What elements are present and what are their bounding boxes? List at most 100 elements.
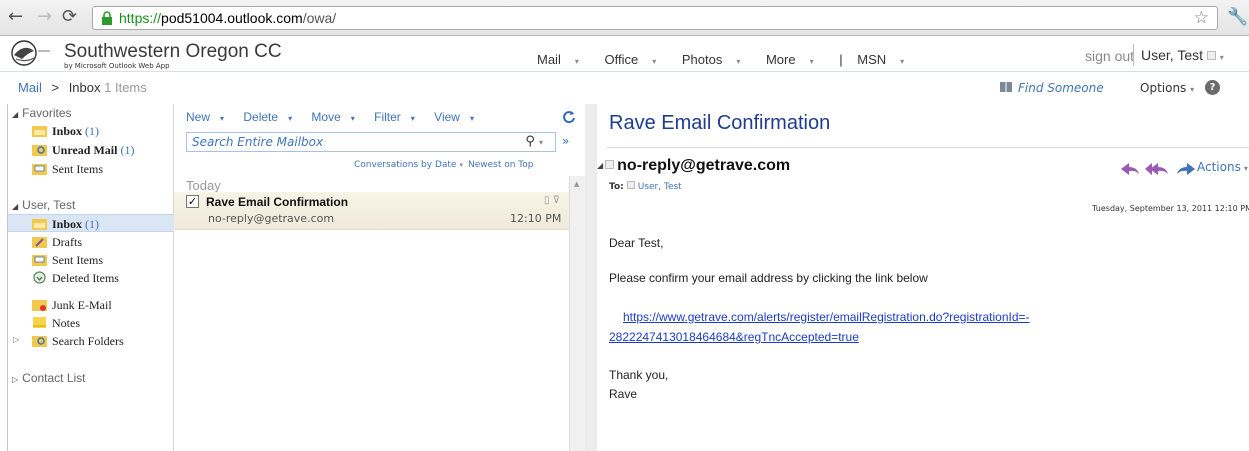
- reply-icon[interactable]: [1121, 163, 1139, 175]
- message-subject: Rave Email Confirmation: [206, 195, 349, 209]
- message-time: 12:10 PM: [510, 212, 562, 225]
- move-button[interactable]: Move ▾: [311, 110, 362, 124]
- email-to: To: User, Test: [609, 181, 682, 192]
- drafts-folder-icon: [32, 237, 47, 248]
- junk-folder-icon: [32, 300, 47, 311]
- folder-notes[interactable]: Notes: [8, 314, 174, 332]
- list-scrollbar[interactable]: ▲: [569, 176, 585, 451]
- help-icon[interactable]: ?: [1205, 80, 1220, 95]
- filter-button[interactable]: Filter ▾: [374, 110, 423, 124]
- college-logo-icon: [11, 40, 50, 66]
- message-list-pane: New ▾ Delete ▾ Move ▾ Filter ▾ View ▾ Search …: [174, 104, 585, 451]
- folder-sent-items[interactable]: Sent Items: [8, 251, 174, 269]
- message-sender: no-reply@getrave.com: [208, 212, 335, 225]
- folder-junk-email[interactable]: Junk E-Mail: [8, 296, 174, 314]
- flag-icon[interactable]: ▯ ⊽: [544, 195, 560, 206]
- address-bar[interactable]: https://pod51004.outlook.com/owa/ ☆: [92, 6, 1218, 30]
- favorite-sent-items[interactable]: Sent Items: [8, 160, 174, 178]
- breadcrumb-inbox: Inbox: [68, 80, 101, 95]
- confirmation-link-part-1[interactable]: https://www.getrave.com/alerts/register/…: [623, 310, 1030, 324]
- search-folder-icon: [32, 145, 47, 156]
- search-folder-icon: [32, 336, 47, 347]
- expand-icon[interactable]: ▷: [13, 335, 19, 344]
- email-signature: Rave: [609, 387, 638, 401]
- search-input[interactable]: Search Entire Mailbox ⚲ ▾: [186, 132, 556, 152]
- forward-icon[interactable]: →: [37, 8, 52, 26]
- list-toolbar: New ▾ Delete ▾ Move ▾ Filter ▾ View ▾: [186, 110, 490, 124]
- sent-folder-icon: [32, 255, 47, 266]
- brand-title: Southwestern Oregon CC: [64, 41, 282, 62]
- back-icon[interactable]: ←: [8, 8, 23, 26]
- view-button[interactable]: View ▾: [434, 110, 482, 124]
- recipient-link[interactable]: User, Test: [638, 182, 682, 192]
- user-menu[interactable]: User, Test ▾: [1141, 47, 1224, 63]
- email-from[interactable]: ◢ no-reply@getrave.com: [597, 157, 790, 175]
- inbox-folder-icon: [32, 126, 47, 137]
- reply-all-icon[interactable]: [1145, 163, 1168, 175]
- breadcrumb: Mail > Inbox 1 Items: [18, 80, 147, 95]
- header-divider: [1133, 44, 1134, 66]
- email-thanks: Thank you,: [609, 368, 669, 382]
- wrench-icon[interactable]: 🔧: [1227, 7, 1248, 27]
- presence-icon: [626, 181, 635, 189]
- folder-search-folders[interactable]: ▷ Search Folders: [8, 332, 174, 350]
- email-greeting: Dear Test,: [609, 236, 664, 250]
- nav-mail[interactable]: Mail ▾: [537, 52, 590, 67]
- folder-drafts[interactable]: Drafts: [8, 233, 174, 251]
- search-placeholder: Search Entire Mailbox: [192, 135, 324, 149]
- refresh-icon[interactable]: [562, 110, 576, 124]
- group-header-today: Today: [186, 178, 221, 193]
- breadcrumb-bar: Mail > Inbox 1 Items Find Someone Option…: [0, 72, 1249, 102]
- reading-pane: Rave Email Confirmation ◢ no-reply@getrav…: [585, 104, 1249, 451]
- browser-toolbar: ← → ⟳ https://pod51004.outlook.com/owa/ …: [0, 0, 1249, 36]
- nav-msn[interactable]: MSN ▾: [857, 52, 915, 67]
- recycle-icon: [33, 271, 46, 284]
- bookmark-star-icon[interactable]: ☆: [1194, 8, 1209, 28]
- find-someone-link[interactable]: Find Someone: [1018, 81, 1104, 95]
- favorite-inbox[interactable]: Inbox (1): [8, 122, 174, 140]
- nav-more[interactable]: More ▾: [766, 52, 825, 67]
- top-navigation: Mail ▾ Office ▾ Photos ▾ More ▾ | MSN ▾: [537, 52, 926, 67]
- email-subject: Rave Email Confirmation: [609, 112, 831, 134]
- message-checkbox[interactable]: ✓: [186, 195, 199, 208]
- sort-order-dropdown[interactable]: Newest on Top: [468, 160, 534, 170]
- email-line-1: Please confirm your email address by cli…: [609, 271, 928, 285]
- folder-inbox[interactable]: Inbox (1): [8, 214, 174, 232]
- owa-header: Southwestern Oregon CC by Microsoft Outl…: [0, 36, 1249, 72]
- nav-office[interactable]: Office ▾: [604, 52, 667, 67]
- presence-icon: [1206, 51, 1216, 60]
- actions-menu[interactable]: Actions ▾: [1197, 160, 1248, 174]
- item-count: 1 Items: [104, 80, 147, 95]
- nav-photos[interactable]: Photos ▾: [682, 52, 752, 67]
- favorite-unread-mail[interactable]: Unread Mail (1): [8, 141, 174, 159]
- sort-by-dropdown[interactable]: Conversations by Date: [354, 160, 456, 170]
- reload-icon[interactable]: ⟳: [62, 8, 77, 26]
- folder-pane: ◢ Favorites Inbox (1) Unread Mail (1) Sen…: [7, 104, 174, 451]
- scroll-up-icon[interactable]: ▲: [574, 180, 579, 188]
- options-menu[interactable]: Options ▾: [1140, 81, 1194, 95]
- forward-mail-icon[interactable]: [1177, 163, 1195, 175]
- nav-separator: |: [839, 52, 843, 67]
- contact-list-header[interactable]: ▷ Contact List: [12, 371, 86, 385]
- search-icon[interactable]: ⚲ ▾: [525, 134, 543, 149]
- message-row[interactable]: ✓ Rave Email Confirmation no-reply@getra…: [174, 192, 569, 230]
- sort-bar: Conversations by Date ▾ Newest on Top: [354, 160, 534, 170]
- url-text: https://pod51004.outlook.com/owa/: [119, 10, 337, 26]
- new-button[interactable]: New ▾: [186, 110, 232, 124]
- mailbox-header[interactable]: ◢ User, Test: [12, 198, 75, 212]
- subject-divider: [607, 147, 1249, 148]
- expand-search-icon[interactable]: »: [562, 134, 569, 148]
- breadcrumb-mail[interactable]: Mail: [18, 80, 42, 95]
- email-date: Tuesday, September 13, 2011 12:10 PM: [1092, 204, 1249, 213]
- inbox-folder-icon: [32, 219, 47, 230]
- notes-icon: [33, 317, 46, 328]
- lock-icon: [102, 11, 112, 25]
- delete-button[interactable]: Delete ▾: [243, 110, 300, 124]
- confirmation-link-part-2[interactable]: 2822247413018464684&regTncAccepted=true: [609, 330, 859, 344]
- folder-deleted-items[interactable]: Deleted Items: [8, 269, 174, 287]
- sent-folder-icon: [32, 164, 47, 175]
- favorites-header[interactable]: ◢ Favorites: [12, 106, 72, 120]
- reply-actions: [1121, 163, 1195, 175]
- address-book-icon[interactable]: [999, 80, 1013, 94]
- sign-out-link[interactable]: sign out: [1085, 48, 1134, 64]
